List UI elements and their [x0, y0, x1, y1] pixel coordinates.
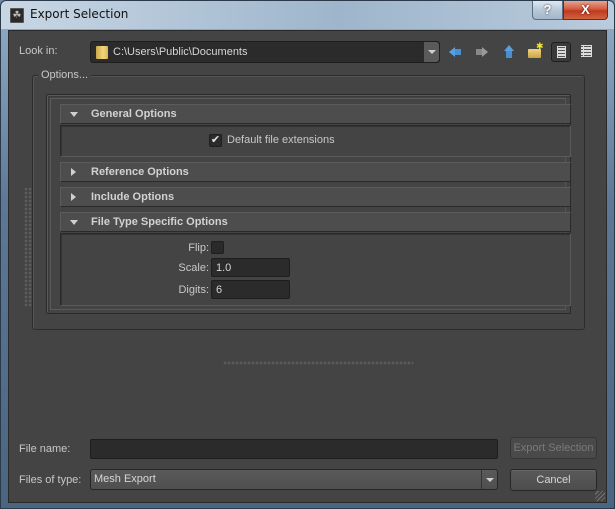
file-type-options-body: Flip: Scale: 1.0 Digits: 6 [60, 233, 571, 306]
resize-grip[interactable] [595, 491, 605, 501]
close-button[interactable]: X [563, 1, 608, 20]
triangle-right-icon [71, 168, 76, 176]
options-group-title: Options... [38, 69, 92, 81]
look-in-path: C:\Users\Public\Documents [113, 46, 248, 58]
general-options-body: ✔ Default file extensions [60, 125, 571, 157]
default-file-extensions-checkbox[interactable]: ✔ [209, 134, 222, 147]
export-selection-dialog: ☘ Export Selection ? X Look in: C:\Users… [0, 0, 615, 509]
file-name-input[interactable] [90, 439, 498, 459]
folder-icon [96, 46, 108, 59]
scale-input[interactable]: 1.0 [211, 258, 290, 277]
scale-label: Scale: [178, 262, 209, 274]
triangle-right-icon [71, 193, 76, 201]
section-title: File Type Specific Options [91, 216, 228, 228]
digits-label: Digits: [178, 284, 209, 296]
section-general-options[interactable]: General Options [60, 104, 571, 124]
section-title: Reference Options [91, 166, 189, 178]
flip-checkbox[interactable] [211, 241, 224, 254]
list-view-button[interactable] [576, 42, 596, 62]
detail-view-icon [557, 46, 566, 58]
section-include-options[interactable]: Include Options [60, 187, 571, 207]
section-reference-options[interactable]: Reference Options [60, 162, 571, 182]
triangle-down-icon [70, 112, 78, 117]
cancel-button[interactable]: Cancel [510, 469, 597, 491]
help-button[interactable]: ? [532, 1, 563, 20]
triangle-down-icon [70, 220, 78, 225]
chevron-down-icon[interactable] [423, 42, 439, 62]
files-of-type-label: Files of type: [19, 474, 82, 486]
window-title: Export Selection [30, 7, 129, 21]
section-title: Include Options [91, 191, 175, 203]
flip-label: Flip: [188, 242, 209, 254]
default-file-extensions-label: Default file extensions [227, 134, 335, 146]
export-selection-button[interactable]: Export Selection [510, 437, 597, 459]
app-icon: ☘ [10, 8, 24, 23]
new-folder-icon[interactable] [525, 41, 545, 62]
look-in-label: Look in: [19, 45, 58, 57]
horizontal-splitter-grip[interactable] [223, 361, 413, 365]
files-of-type-combo[interactable]: Mesh Export [90, 469, 498, 490]
back-arrow-icon[interactable] [446, 42, 466, 62]
look-in-combo[interactable]: C:\Users\Public\Documents [90, 41, 440, 63]
vertical-splitter-grip[interactable] [24, 187, 32, 307]
section-file-type-specific-options[interactable]: File Type Specific Options [60, 212, 571, 232]
file-name-label: File name: [19, 443, 71, 455]
forward-arrow-icon[interactable] [472, 42, 492, 62]
dialog-body: Look in: C:\Users\Public\Documents Optio… [8, 30, 607, 503]
list-view-icon [581, 45, 592, 57]
parent-folder-up-icon[interactable] [499, 42, 519, 62]
title-bar[interactable]: ☘ Export Selection [1, 1, 614, 29]
detail-view-button[interactable] [551, 42, 571, 62]
files-of-type-value: Mesh Export [94, 473, 156, 485]
section-title: General Options [91, 108, 177, 120]
digits-input[interactable]: 6 [211, 280, 290, 299]
chevron-down-icon[interactable] [481, 470, 497, 489]
